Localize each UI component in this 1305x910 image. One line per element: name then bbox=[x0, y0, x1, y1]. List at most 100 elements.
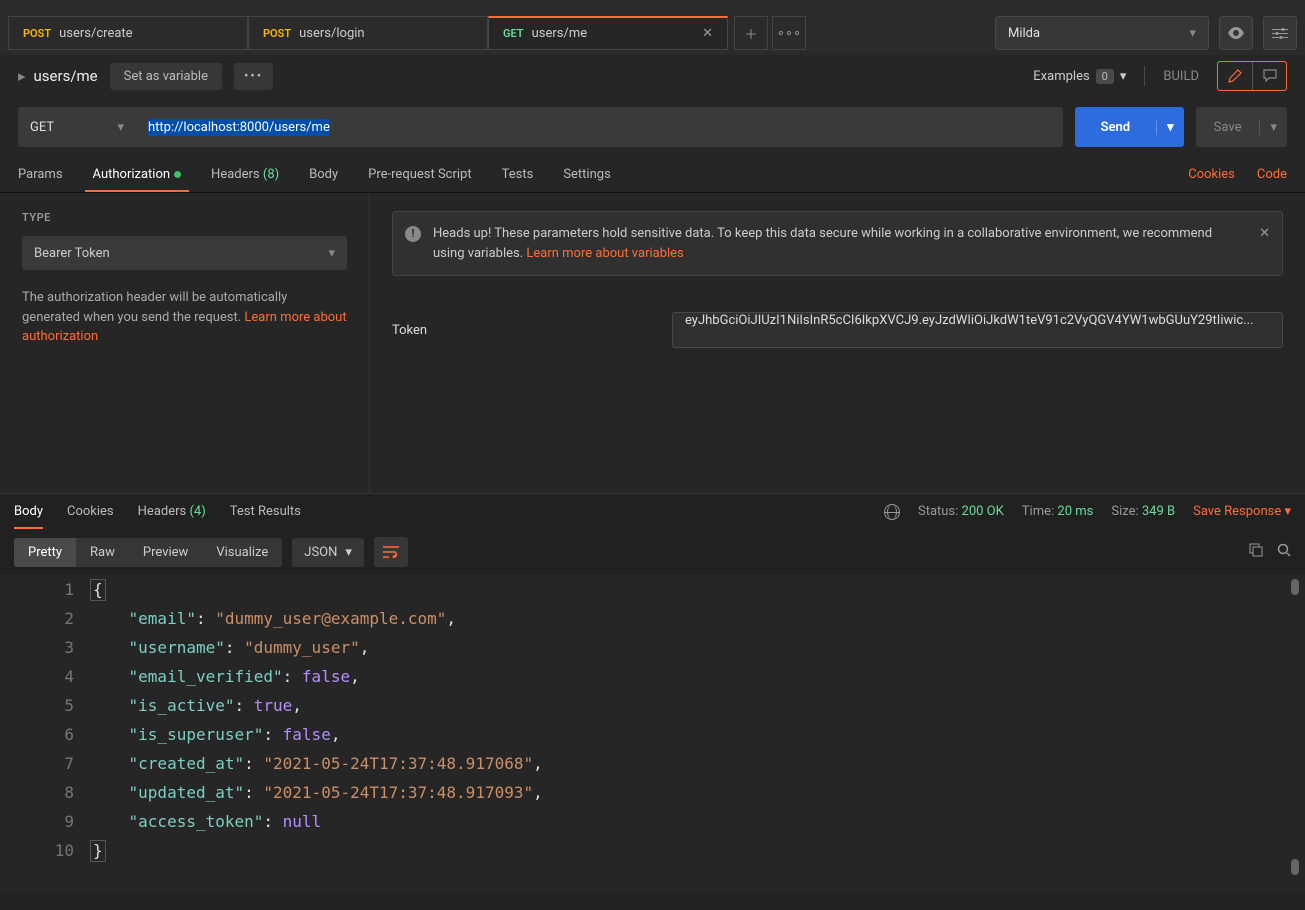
examples-label: Examples bbox=[1033, 69, 1089, 84]
subtab-params[interactable]: Params bbox=[18, 159, 63, 190]
tab-users-create[interactable]: POST users/create bbox=[8, 16, 248, 50]
edit-mode-button[interactable] bbox=[1218, 62, 1252, 90]
subtab-settings[interactable]: Settings bbox=[563, 159, 610, 190]
comment-icon bbox=[1263, 69, 1277, 83]
request-subtabs: Params Authorization Headers (8) Body Pr… bbox=[0, 157, 1305, 193]
method-value: GET bbox=[30, 120, 54, 135]
view-visualize[interactable]: Visualize bbox=[202, 538, 282, 567]
send-button[interactable]: Send ▾ bbox=[1075, 107, 1184, 147]
request-header: ▸ users/me Set as variable ••• Examples … bbox=[0, 55, 1305, 97]
save-button[interactable]: Save ▾ bbox=[1196, 107, 1287, 147]
close-banner-icon[interactable]: ✕ bbox=[1259, 224, 1270, 244]
subtab-prerequest[interactable]: Pre-request Script bbox=[368, 159, 471, 190]
comment-mode-button[interactable] bbox=[1252, 62, 1286, 90]
method-badge: POST bbox=[263, 27, 291, 40]
response-tab-cookies[interactable]: Cookies bbox=[67, 496, 114, 527]
method-badge: GET bbox=[503, 27, 524, 40]
response-tab-headers[interactable]: Headers (4) bbox=[138, 496, 206, 527]
auth-type-select[interactable]: Bearer Token ▾ bbox=[22, 236, 347, 270]
close-icon[interactable]: ✕ bbox=[702, 26, 713, 41]
subtab-authorization[interactable]: Authorization bbox=[93, 159, 182, 190]
send-dropdown[interactable]: ▾ bbox=[1156, 120, 1184, 135]
search-button[interactable] bbox=[1277, 543, 1291, 561]
environment-quicklook-button[interactable] bbox=[1219, 16, 1253, 50]
examples-count: 0 bbox=[1096, 69, 1114, 84]
pencil-icon bbox=[1228, 69, 1242, 83]
save-label: Save bbox=[1196, 120, 1260, 135]
view-pretty[interactable]: Pretty bbox=[14, 538, 76, 567]
scrollbar-thumb[interactable] bbox=[1291, 579, 1299, 595]
url-row: GET ▾ http://localhost:8000/users/me Sen… bbox=[0, 97, 1305, 157]
method-select[interactable]: GET ▾ bbox=[18, 107, 136, 147]
more-actions-button[interactable]: ••• bbox=[234, 63, 273, 90]
sliders-icon bbox=[1272, 27, 1288, 39]
copy-icon bbox=[1249, 543, 1263, 557]
time-block: Time: 20 ms bbox=[1022, 504, 1094, 519]
body-toolbar: Pretty Raw Preview Visualize JSON ▾ bbox=[0, 529, 1305, 575]
token-label: Token bbox=[392, 323, 652, 338]
url-input[interactable]: http://localhost:8000/users/me bbox=[136, 107, 1063, 147]
url-text: http://localhost:8000/users/me bbox=[148, 119, 330, 136]
examples-dropdown[interactable]: Examples 0 ▾ bbox=[1033, 69, 1126, 84]
tab-title: users/create bbox=[59, 26, 132, 41]
tab-users-me[interactable]: GET users/me ✕ bbox=[488, 16, 728, 50]
chevron-right-icon[interactable]: ▸ bbox=[18, 67, 26, 85]
token-input[interactable]: eyJhbGciOiJIUzI1NiIsInR5cCI6IkpXVCJ9.eyJ… bbox=[672, 312, 1283, 348]
environment-name: Milda bbox=[1008, 26, 1040, 41]
chevron-down-icon: ▾ bbox=[345, 545, 352, 560]
send-label: Send bbox=[1075, 120, 1157, 135]
new-tab-button[interactable]: ＋ bbox=[734, 16, 768, 50]
copy-button[interactable] bbox=[1249, 543, 1263, 561]
request-tabs-bar: POST users/create POST users/login GET u… bbox=[0, 11, 1305, 55]
build-label[interactable]: BUILD bbox=[1163, 69, 1199, 84]
authorization-panel: TYPE Bearer Token ▾ The authorization he… bbox=[0, 193, 1305, 493]
method-badge: POST bbox=[23, 27, 51, 40]
code-content: { "email": "dummy_user@example.com", "us… bbox=[90, 575, 1305, 895]
globe-icon[interactable] bbox=[884, 504, 900, 520]
search-icon bbox=[1277, 543, 1291, 557]
set-as-variable-button[interactable]: Set as variable bbox=[110, 63, 222, 90]
auth-config-area: ! Heads up! These parameters hold sensit… bbox=[370, 193, 1305, 493]
info-icon: ! bbox=[405, 226, 421, 242]
status-block: Status: 200 OK bbox=[918, 504, 1004, 519]
cookies-link[interactable]: Cookies bbox=[1188, 167, 1235, 182]
wrap-lines-button[interactable] bbox=[374, 537, 408, 567]
save-response-button[interactable]: Save Response ▾ bbox=[1193, 504, 1291, 519]
chevron-down-icon: ▾ bbox=[328, 246, 335, 261]
size-block: Size: 349 B bbox=[1111, 504, 1175, 519]
chevron-down-icon: ▾ bbox=[117, 120, 124, 135]
subtab-body[interactable]: Body bbox=[309, 159, 338, 190]
tab-overflow-button[interactable]: ∘∘∘ bbox=[772, 16, 806, 50]
subtab-headers[interactable]: Headers (8) bbox=[211, 159, 279, 190]
code-link[interactable]: Code bbox=[1257, 167, 1287, 182]
view-mode-segment: Pretty Raw Preview Visualize bbox=[14, 538, 282, 567]
format-select[interactable]: JSON ▾ bbox=[292, 538, 364, 567]
line-gutter: 12345678910 bbox=[0, 575, 90, 895]
auth-type-value: Bearer Token bbox=[34, 246, 110, 261]
settings-button[interactable] bbox=[1263, 16, 1297, 50]
response-tab-body[interactable]: Body bbox=[14, 496, 43, 527]
tab-users-login[interactable]: POST users/login bbox=[248, 16, 488, 50]
active-indicator-icon bbox=[174, 171, 181, 178]
request-name: users/me bbox=[34, 67, 98, 85]
chevron-down-icon: ▾ bbox=[1189, 26, 1196, 41]
auth-type-sidebar: TYPE Bearer Token ▾ The authorization he… bbox=[0, 193, 370, 493]
view-raw[interactable]: Raw bbox=[76, 538, 129, 567]
learn-more-variables-link[interactable]: Learn more about variables bbox=[526, 246, 683, 261]
tab-title: users/login bbox=[299, 26, 364, 41]
response-body[interactable]: 12345678910 { "email": "dummy_user@examp… bbox=[0, 575, 1305, 895]
view-preview[interactable]: Preview bbox=[129, 538, 202, 567]
save-dropdown[interactable]: ▾ bbox=[1259, 120, 1287, 135]
wrap-icon bbox=[383, 546, 399, 558]
response-tab-test-results[interactable]: Test Results bbox=[230, 496, 301, 527]
chevron-down-icon: ▾ bbox=[1120, 69, 1127, 84]
scrollbar-thumb[interactable] bbox=[1291, 859, 1299, 875]
auth-help-text: The authorization header will be automat… bbox=[22, 288, 347, 347]
mode-toggle bbox=[1217, 61, 1287, 91]
tab-title: users/me bbox=[532, 26, 588, 41]
subtab-tests[interactable]: Tests bbox=[502, 159, 534, 190]
response-header: Body Cookies Headers (4) Test Results St… bbox=[0, 493, 1305, 529]
info-banner: ! Heads up! These parameters hold sensit… bbox=[392, 211, 1283, 276]
divider bbox=[1144, 66, 1145, 86]
environment-select[interactable]: Milda ▾ bbox=[995, 16, 1209, 50]
